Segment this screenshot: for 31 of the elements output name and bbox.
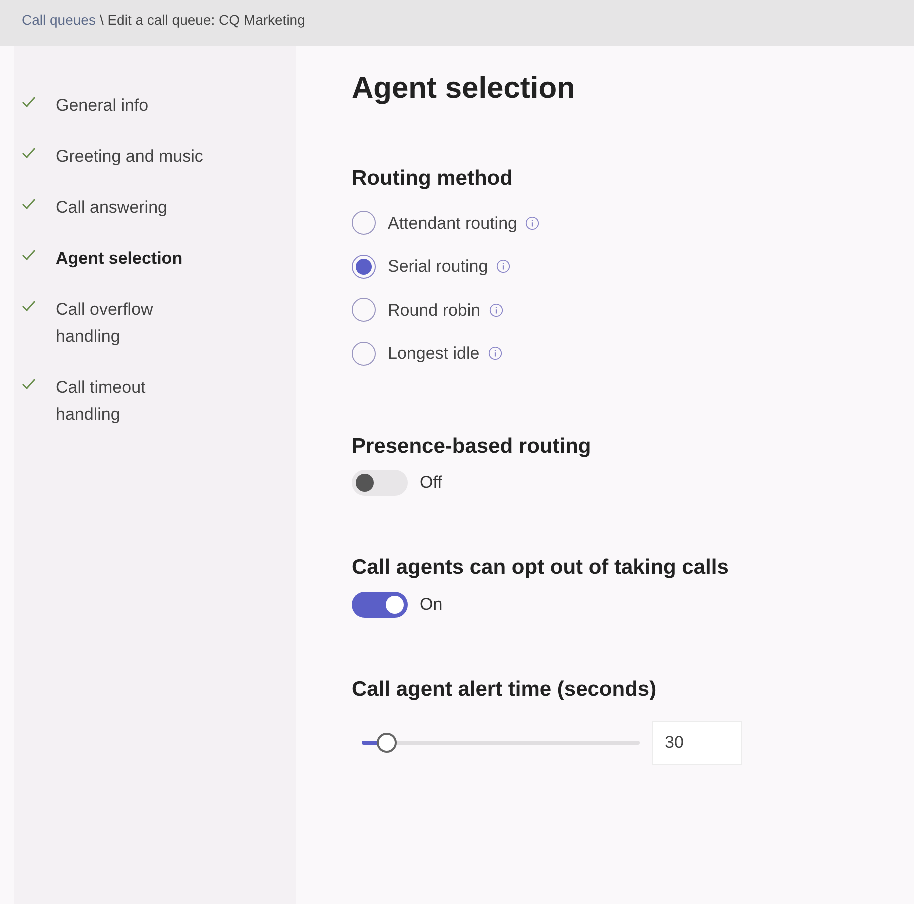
section-heading: Call agents can opt out of taking calls [352,555,730,581]
sidebar-step[interactable]: Greeting and music [56,143,206,170]
radio-label: Round robin [388,300,481,322]
info-icon[interactable] [488,302,504,318]
page-title: Agent selection [352,71,576,107]
toggle-switch[interactable] [352,470,408,496]
section-heading: Presence-based routing [352,434,592,460]
radio-label: Longest idle [388,343,480,365]
number-input-field[interactable]: 30 [652,721,742,765]
radio-button[interactable] [352,298,376,322]
slider-thumb[interactable] [377,733,398,753]
toggle-switch[interactable] [352,592,408,618]
section-heading: Call agent alert time (seconds) [352,676,658,702]
info-icon[interactable] [525,216,540,231]
sidebar-step[interactable]: Call overflow handling [56,296,206,350]
toggle-state-label: Off [420,472,442,494]
radio-label: Attendant routing [388,212,518,234]
toggle-state-label: On [420,594,443,616]
breadcrumb-link[interactable]: Call queues [22,10,96,31]
sidebar-step[interactable]: Call timeout handling [56,374,206,428]
radio-label: Serial routing [388,256,488,278]
sidebar-step[interactable]: Agent selection [56,245,206,272]
sidebar-step[interactable]: Call answering [56,194,206,221]
info-icon[interactable] [496,259,512,274]
info-icon[interactable] [488,346,503,362]
breadcrumb-current: \ Edit a call queue: CQ Marketing [100,11,306,30]
sidebar-step[interactable]: General info [56,92,206,119]
radio-button[interactable] [352,254,376,279]
section-heading: Routing method [352,166,514,192]
radio-button[interactable] [352,342,376,366]
radio-button[interactable] [352,211,376,236]
